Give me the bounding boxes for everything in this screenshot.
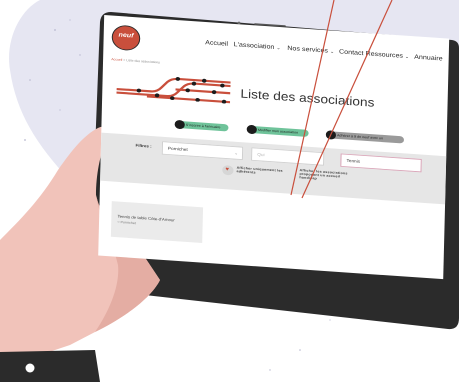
pointer-line-left — [290, 0, 335, 196]
pointer-line-right — [301, 0, 393, 199]
pointer-lines-overlay — [290, 0, 393, 199]
